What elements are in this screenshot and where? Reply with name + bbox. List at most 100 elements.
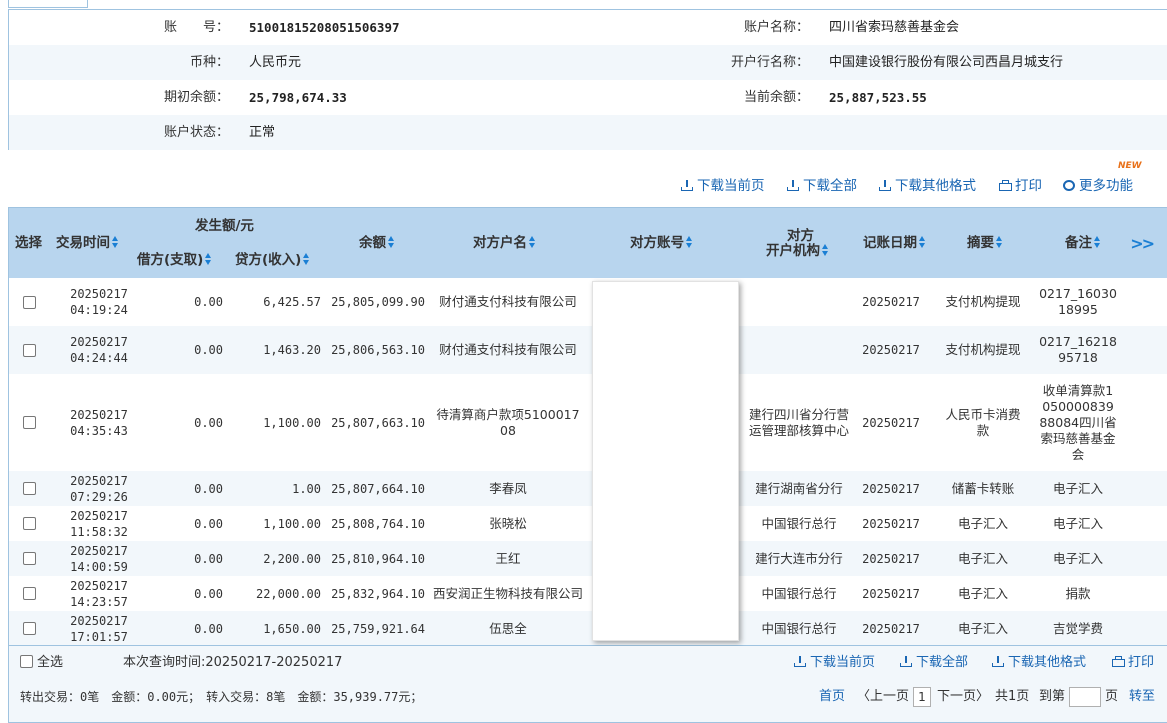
cell-credit: 1,650.00 <box>223 611 321 645</box>
cell-name: 待清算商户款项510001708 <box>436 406 580 438</box>
cell-remark: 电子汇入 <box>1039 471 1117 506</box>
cell-select <box>9 611 49 645</box>
cell-debit: 0.00 <box>149 506 223 541</box>
print-link[interactable]: 打印 <box>999 176 1042 196</box>
row-checkbox[interactable] <box>22 587 36 600</box>
cell-book: 20250217 <box>862 586 920 601</box>
cell-book: 20250217 <box>862 295 920 309</box>
sort-icon <box>919 236 926 248</box>
cell-summary: 储蓄卡转账 <box>943 471 1023 506</box>
cell-book: 20250217 <box>862 551 920 566</box>
more-functions-link[interactable]: 更多功能 <box>1063 176 1133 196</box>
cell-book: 20250217 <box>853 471 929 506</box>
goto-button[interactable]: 转至 <box>1129 687 1155 707</box>
header-book-date[interactable]: 记账日期 <box>863 234 926 252</box>
cell-remark: 0217_1621895718 <box>1039 334 1117 365</box>
table-row[interactable]: 20250217 04:24:44 0.00 1,463.20 25,806,563.1… <box>9 326 1167 374</box>
cell-credit: 1,463.20 <box>223 326 321 374</box>
cell-debit: 0.00 <box>194 621 223 636</box>
cell-bank <box>749 326 849 374</box>
row-checkbox[interactable] <box>22 517 36 530</box>
table-row[interactable]: 20250217 17:01:57 0.00 1,650.00 25,759,921.6… <box>9 611 1167 645</box>
row-checkbox[interactable] <box>22 622 36 635</box>
prev-page-link[interactable]: 〈上一页 <box>857 687 909 707</box>
header-credit[interactable]: 贷方(收入) <box>235 251 310 269</box>
header-debit[interactable]: 借方(支取) <box>137 251 212 269</box>
cell-summary: 人民币卡消费款 <box>943 374 1023 471</box>
cell-time: 20250217 07:29:26 <box>70 473 128 504</box>
cell-bank: 建行湖南省分行 <box>749 471 849 506</box>
total-pages: 共1页 <box>995 689 1030 704</box>
cell-summary: 储蓄卡转账 <box>951 480 1015 496</box>
new-badge: NEW <box>1118 161 1142 171</box>
cell-book: 20250217 <box>862 481 920 496</box>
row-checkbox[interactable] <box>22 482 36 495</box>
row-checkbox[interactable] <box>22 552 36 565</box>
header-counterparty[interactable]: 对方户名 <box>473 234 536 252</box>
table-row[interactable]: 20250217 14:00:59 0.00 2,200.00 25,810,964.1… <box>9 541 1167 576</box>
cell-credit: 22,000.00 <box>255 586 321 601</box>
cell-balance: 25,759,921.64 <box>331 621 425 636</box>
cell-time: 20250217 04:35:43 <box>70 407 128 438</box>
info-row-4: 账户状态： 正常 <box>9 115 1167 150</box>
cell-debit: 0.00 <box>149 611 223 645</box>
cell-balance: 25,810,964.10 <box>331 551 425 566</box>
header-balance[interactable]: 余额 <box>359 234 395 252</box>
printer-icon <box>999 180 1012 191</box>
cell-debit: 0.00 <box>149 576 223 611</box>
download-other-format-link[interactable]: 下载其他格式 <box>879 176 976 196</box>
download-page-link[interactable]: 下载当前页 <box>681 176 765 196</box>
download-all-link[interactable]: 下载全部 <box>787 176 857 196</box>
table-header: 选择 交易时间 发生额/元 借方(支取) 贷方(收入) 余额 对方户名 对方账号… <box>9 208 1167 278</box>
account-status: 正常 <box>249 125 276 140</box>
table-row[interactable]: 20250217 14:23:57 0.00 22,000.00 25,832,964.… <box>9 576 1167 611</box>
cell-debit: 0.00 <box>194 343 223 357</box>
footer-print-link[interactable]: 打印 <box>1112 653 1154 673</box>
goto-page-input[interactable] <box>1069 687 1101 708</box>
cell-summary: 电子汇入 <box>957 585 1008 601</box>
row-checkbox[interactable] <box>22 343 36 357</box>
table-row[interactable]: 20250217 04:35:43 0.00 1,100.00 25,807,663.1… <box>9 374 1167 471</box>
table-row[interactable]: 20250217 07:29:26 0.00 1.00 25,807,664.10 李春凤… <box>9 471 1167 506</box>
cell-credit: 6,425.57 <box>223 278 321 326</box>
footer-download-all-link[interactable]: 下载全部 <box>900 653 968 673</box>
next-page-link[interactable]: 下一页〉 <box>937 687 989 707</box>
row-checkbox[interactable] <box>22 295 36 309</box>
cell-balance: 25,806,563.10 <box>331 343 425 357</box>
cell-book: 20250217 <box>853 576 929 611</box>
cell-bank: 中国银行总行 <box>761 515 837 531</box>
row-checkbox[interactable] <box>22 416 36 429</box>
cell-summary: 支付机构提现 <box>945 342 1021 357</box>
first-page-link[interactable]: 首页 <box>819 687 845 707</box>
header-remark[interactable]: 备注 <box>1065 234 1101 252</box>
cell-select <box>9 374 49 471</box>
table-row[interactable]: 20250217 04:19:24 0.00 6,425.57 25,805,099.9… <box>9 278 1167 326</box>
cell-balance: 25,805,099.90 <box>331 295 425 309</box>
currency-value: 人民币元 <box>249 55 302 70</box>
header-counter-account[interactable]: 对方账号 <box>630 234 693 252</box>
cell-balance: 25,810,964.10 <box>321 541 425 576</box>
footer-download-page-link[interactable]: 下载当前页 <box>794 653 875 673</box>
expand-columns-icon[interactable]: >> <box>1130 234 1155 253</box>
table-row[interactable]: 20250217 11:58:32 0.00 1,100.00 25,808,764.1… <box>9 506 1167 541</box>
cell-name: 李春凤 <box>433 471 583 506</box>
sort-icon <box>686 236 693 248</box>
active-tab[interactable] <box>8 0 88 8</box>
info-row-2: 币种： 人民币元 开户行名称： 中国建设银行股份有限公司西昌月城支行 <box>9 45 1167 80</box>
cell-balance: 25,807,663.10 <box>331 415 425 430</box>
cell-remark: 吉觉学费 <box>1039 611 1117 645</box>
opening-balance-label: 期初余额： <box>163 90 229 105</box>
cell-summary: 支付机构提现 <box>943 278 1023 326</box>
cell-debit: 0.00 <box>149 374 223 471</box>
select-all-control[interactable]: 全选 <box>20 653 63 673</box>
bank-label: 开户行名称： <box>730 55 809 70</box>
select-all-checkbox[interactable] <box>20 655 33 668</box>
header-summary[interactable]: 摘要 <box>967 234 1003 252</box>
cell-name: 伍思全 <box>489 620 527 636</box>
cell-balance: 25,807,663.10 <box>321 374 425 471</box>
cell-summary: 支付机构提现 <box>943 326 1023 374</box>
footer-download-other-link[interactable]: 下载其他格式 <box>992 653 1086 673</box>
current-balance-label: 当前余额： <box>743 90 809 105</box>
header-time[interactable]: 交易时间 <box>56 234 119 252</box>
header-counter-bank[interactable]: 开户机构 <box>766 242 829 260</box>
